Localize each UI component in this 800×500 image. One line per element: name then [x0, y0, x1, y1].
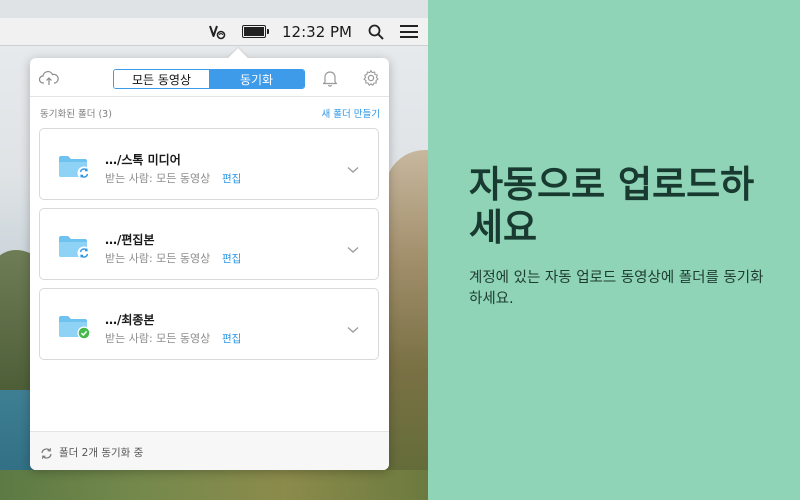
folder-card[interactable]: …/스톡 미디어 받는 사람: 모든 동영상 편집: [39, 128, 379, 200]
folder-card[interactable]: …/최종본 받는 사람: 모든 동영상 편집: [39, 288, 379, 360]
bell-icon[interactable]: [322, 69, 338, 87]
new-folder-link[interactable]: 새 폴더 만들기: [322, 106, 380, 120]
edit-link[interactable]: 편집: [222, 171, 241, 186]
view-segmented-control: 모든 동영상 동기화: [113, 69, 305, 89]
folder-name: …/편집본: [105, 233, 155, 247]
tab-sync[interactable]: 동기화: [209, 70, 304, 88]
mountain-right: [385, 150, 428, 500]
chevron-down-icon[interactable]: [347, 319, 359, 333]
clock[interactable]: 12:32 PM: [282, 23, 352, 41]
folder-card[interactable]: …/편집본 받는 사람: 모든 동영상 편집: [39, 208, 379, 280]
folder-sync-icon: [58, 153, 91, 180]
promo-description: 계정에 있는 자동 업로드 동영상에 폴더를 동기화하세요.: [469, 270, 764, 307]
folder-recipient: 받는 사람: 모든 동영상: [105, 332, 211, 345]
folder-check-icon: [58, 313, 91, 340]
popover-toolbar: 모든 동영상 동기화: [30, 58, 389, 97]
landscape-strip: [0, 470, 428, 500]
edit-link[interactable]: 편집: [222, 251, 241, 266]
app-status-icon[interactable]: [208, 23, 226, 41]
promo-title: 자동으로 업로드하세요: [469, 163, 755, 249]
edit-link[interactable]: 편집: [222, 331, 241, 346]
gear-icon[interactable]: [362, 69, 380, 87]
folder-sync-icon: [58, 233, 91, 260]
folder-name: …/스톡 미디어: [105, 153, 181, 167]
status-footer: 폴더 2개 동기화 중: [30, 431, 389, 470]
tab-all-videos[interactable]: 모든 동영상: [114, 70, 209, 88]
desktop-top: [0, 0, 428, 18]
chevron-down-icon[interactable]: [347, 239, 359, 253]
sync-status-text: 폴더 2개 동기화 중: [59, 447, 144, 459]
battery-icon[interactable]: [242, 25, 270, 38]
upload-cloud-icon[interactable]: [38, 70, 59, 86]
folder-recipient: 받는 사람: 모든 동영상: [105, 252, 211, 265]
sync-icon: [40, 445, 53, 459]
menu-bar: 12:32 PM: [0, 18, 428, 46]
list-icon[interactable]: [400, 25, 418, 38]
folder-recipient: 받는 사람: 모든 동영상: [105, 172, 211, 185]
sync-popover: 모든 동영상 동기화 동기화된 폴더 (3) 새 폴더 만들기 …/스톡 미디어…: [30, 48, 389, 470]
search-icon[interactable]: [368, 24, 384, 40]
folder-name: …/최종본: [105, 313, 155, 327]
chevron-down-icon[interactable]: [347, 159, 359, 173]
